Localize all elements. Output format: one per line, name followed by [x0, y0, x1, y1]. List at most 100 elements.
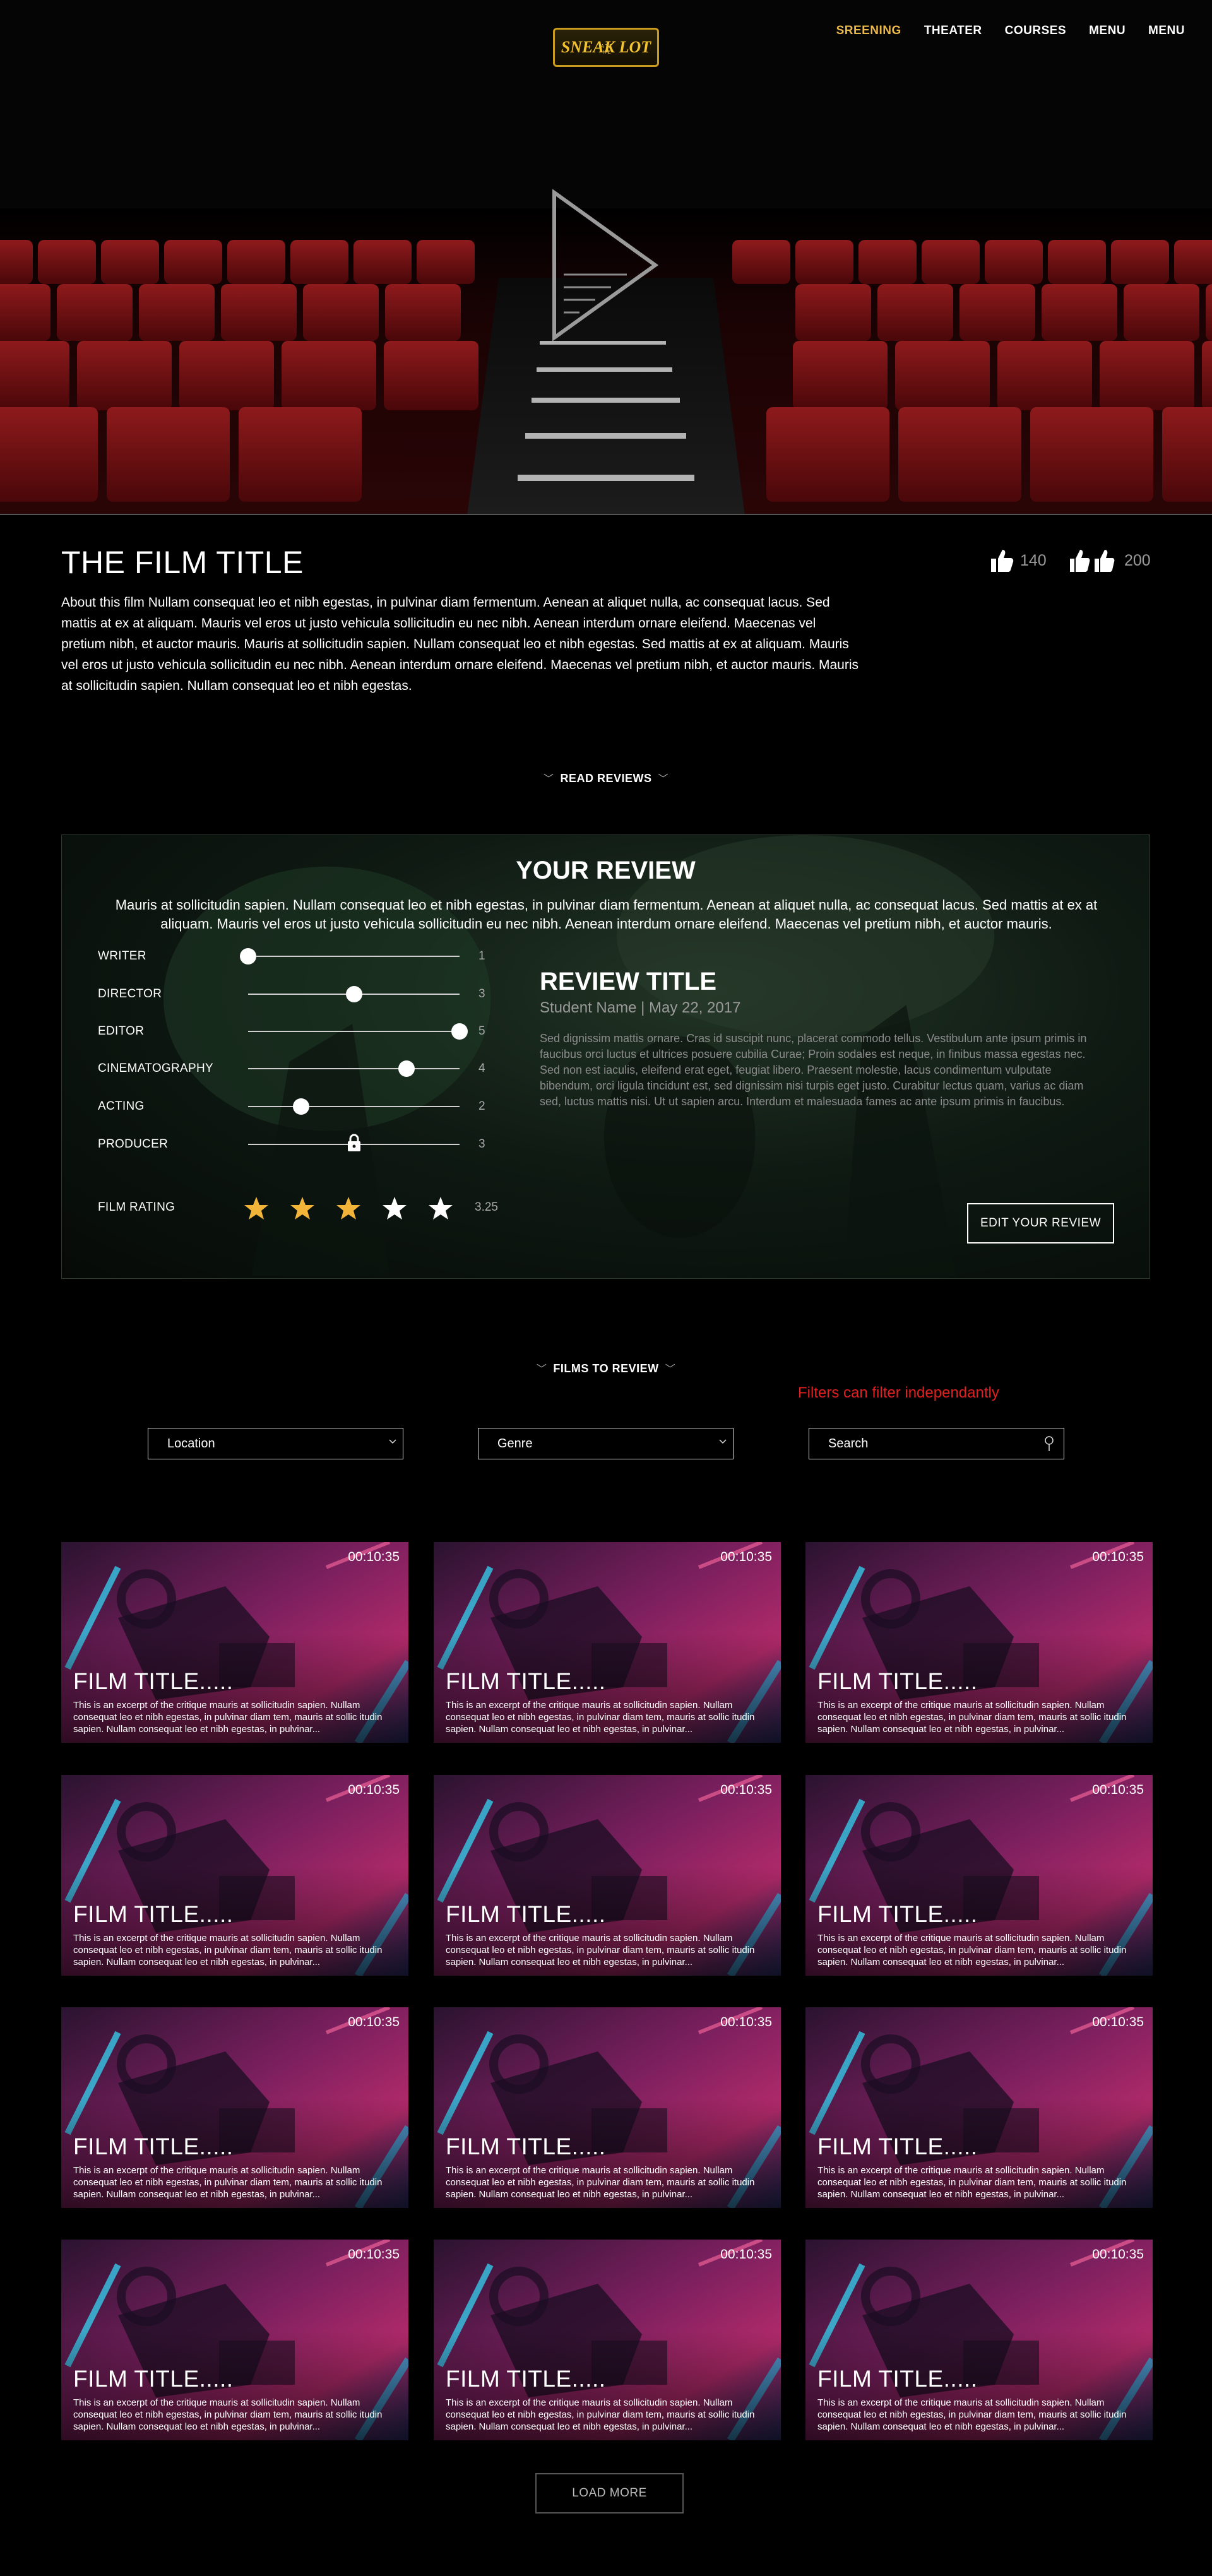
seat	[107, 407, 230, 502]
film-card-excerpt: This is an excerpt of the critique mauri…	[73, 1933, 383, 1968]
criterion-slider-knob[interactable]	[240, 948, 256, 965]
double-like-button[interactable]: 200	[1069, 548, 1151, 573]
film-duration: 00:10:35	[720, 1783, 772, 1797]
search-field[interactable]	[809, 1428, 1064, 1459]
film-rating-label: FILM RATING	[98, 1201, 175, 1214]
criterion-slider-track[interactable]	[248, 956, 460, 957]
nav-item-screening[interactable]: SREENING	[836, 24, 901, 38]
seat	[179, 341, 274, 410]
double-thumbs-up-icon	[1070, 550, 1115, 572]
criterion-slider-track[interactable]	[248, 1106, 460, 1107]
seat	[0, 284, 50, 341]
star-filled-icon[interactable]	[290, 1196, 315, 1221]
load-more-button[interactable]: LOAD MORE	[535, 2473, 684, 2514]
chevron-down-icon: ﹀	[543, 774, 554, 785]
seat	[1124, 284, 1199, 341]
search-icon[interactable]	[1043, 1435, 1055, 1452]
film-card-title: FILM TITLE.....	[817, 1901, 978, 1927]
seat	[139, 284, 215, 341]
film-card-excerpt: This is an excerpt of the critique mauri…	[817, 2165, 1127, 2200]
film-card[interactable]: 00:10:35 FILM TITLE..... This is an excerp…	[61, 2240, 408, 2440]
seat	[898, 407, 1021, 502]
film-card[interactable]: 00:10:35 FILM TITLE..... This is an excerp…	[805, 2007, 1153, 2208]
film-card[interactable]: 00:10:35 FILM TITLE..... This is an excerp…	[434, 1542, 781, 1743]
criterion-slider-track[interactable]	[248, 1031, 460, 1032]
seat	[290, 240, 348, 284]
criterion-slider-knob[interactable]	[345, 986, 362, 1002]
film-card[interactable]: 00:10:35 FILM TITLE..... This is an excerp…	[434, 1775, 781, 1976]
criterion-value: 4	[478, 1062, 485, 1075]
star-filled-icon[interactable]	[244, 1196, 269, 1221]
genre-select[interactable]: Genre	[478, 1428, 734, 1459]
criterion-label: WRITER	[98, 949, 146, 963]
film-title: THE FILM TITLE	[61, 545, 304, 580]
play-icon[interactable]	[551, 189, 658, 341]
star-rating[interactable]	[244, 1196, 453, 1221]
location-select[interactable]: Location	[148, 1428, 403, 1459]
main-nav: SREENING THEATER COURSES MENU MENU	[836, 24, 1185, 38]
film-card-title: FILM TITLE.....	[73, 1668, 234, 1694]
criterion-label: DIRECTOR	[98, 987, 162, 1000]
seat	[164, 240, 222, 284]
seat	[221, 284, 297, 341]
seat	[793, 341, 888, 410]
chevron-down-icon: ﹀	[658, 774, 669, 785]
seat	[877, 284, 953, 341]
site-logo[interactable]: SNEAK LOT A T T H E	[553, 28, 659, 67]
your-review-text: Mauris at sollicitudin sapien. Nullam co…	[115, 897, 1098, 932]
search-input[interactable]	[828, 1436, 1018, 1451]
seat	[282, 341, 376, 410]
nav-item-theater[interactable]: THEATER	[924, 24, 982, 38]
criterion-slider-knob[interactable]	[451, 1023, 468, 1040]
criterion-slider-track[interactable]	[248, 1068, 460, 1069]
star-empty-icon[interactable]	[382, 1196, 407, 1221]
star-empty-icon[interactable]	[428, 1196, 453, 1221]
film-card-excerpt: This is an excerpt of the critique mauri…	[73, 1700, 383, 1735]
film-card-excerpt: This is an excerpt of the critique mauri…	[73, 2165, 383, 2200]
film-card[interactable]: 00:10:35 FILM TITLE..... This is an excerp…	[61, 1542, 408, 1743]
seat	[795, 240, 853, 284]
film-card-title: FILM TITLE.....	[446, 1668, 606, 1694]
nav-item-courses[interactable]: COURSES	[1005, 24, 1066, 38]
like-button[interactable]: 140	[990, 548, 1047, 573]
edit-review-button[interactable]: EDIT YOUR REVIEW	[967, 1203, 1114, 1243]
seat	[985, 240, 1043, 284]
rating-value: 3.25	[475, 1201, 498, 1214]
nav-item-menu[interactable]: MENU	[1089, 24, 1126, 38]
film-card[interactable]: 00:10:35 FILM TITLE..... This is an excerp…	[434, 2240, 781, 2440]
criterion-value: 5	[478, 1024, 485, 1038]
seat	[1100, 341, 1194, 410]
seat	[101, 240, 159, 284]
criterion-label: ACTING	[98, 1100, 145, 1113]
seat	[1206, 284, 1212, 341]
criterion-value: 1	[478, 949, 485, 963]
film-card-excerpt: This is an excerpt of the critique mauri…	[446, 1933, 755, 1968]
criterion-value: 2	[478, 1100, 485, 1113]
film-card-title: FILM TITLE.....	[817, 2134, 978, 2159]
film-card[interactable]: 00:10:35 FILM TITLE..... This is an excerp…	[805, 1775, 1153, 1976]
film-card[interactable]: 00:10:35 FILM TITLE..... This is an excerp…	[61, 2007, 408, 2208]
star-filled-icon[interactable]	[336, 1196, 361, 1221]
film-duration: 00:10:35	[348, 1550, 400, 1564]
review-meta: Student Name | May 22, 2017	[540, 999, 741, 1016]
chevron-down-icon: ﹀	[665, 1364, 676, 1375]
criterion-slider-knob[interactable]	[292, 1098, 309, 1115]
films-to-review-toggle[interactable]: ﹀ FILMS TO REVIEW ﹀	[0, 1360, 1212, 1375]
lock-icon[interactable]	[346, 1134, 362, 1153]
seat	[922, 240, 980, 284]
seat	[417, 240, 475, 284]
film-card-title: FILM TITLE.....	[817, 1668, 978, 1694]
read-reviews-toggle[interactable]: ﹀ READ REVIEWS ﹀	[0, 770, 1212, 785]
criterion-slider-knob[interactable]	[398, 1060, 415, 1077]
film-card[interactable]: 00:10:35 FILM TITLE..... This is an excerp…	[434, 2007, 781, 2208]
film-card[interactable]: 00:10:35 FILM TITLE..... This is an excerp…	[805, 1542, 1153, 1743]
nav-item-menu-2[interactable]: MENU	[1148, 24, 1185, 38]
film-card[interactable]: 00:10:35 FILM TITLE..... This is an excerp…	[805, 2240, 1153, 2440]
film-card-title: FILM TITLE.....	[446, 1901, 606, 1927]
logo-small-text: A T T H E	[600, 44, 613, 55]
film-card[interactable]: 00:10:35 FILM TITLE..... This is an excerp…	[61, 1775, 408, 1976]
double-like-count: 200	[1124, 551, 1151, 569]
seat	[0, 407, 98, 502]
seat	[960, 284, 1035, 341]
film-card-title: FILM TITLE.....	[446, 2134, 606, 2159]
